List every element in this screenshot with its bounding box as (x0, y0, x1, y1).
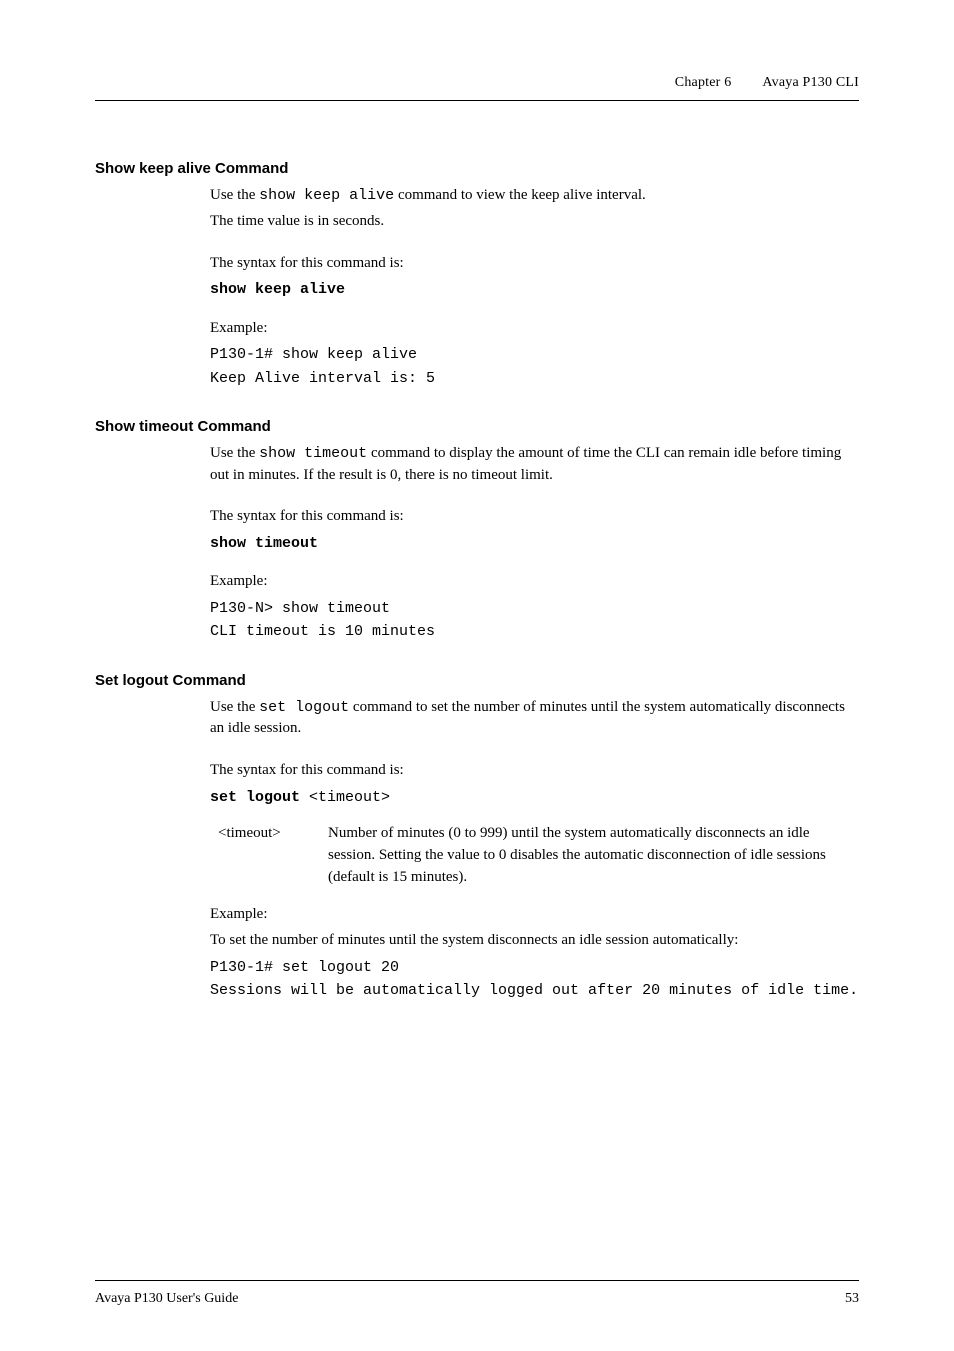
keepalive-intro-2: The time value is in seconds. (210, 211, 859, 233)
footer-guide: Avaya P130 User's Guide (95, 1291, 238, 1307)
timeout-example-line1: P130-N> show timeout (210, 597, 859, 620)
text: Use the (210, 699, 259, 715)
timeout-example-label: Example: (210, 571, 859, 593)
setlogout-syntax-label: The syntax for this command is: (210, 760, 859, 782)
keepalive-example-label: Example: (210, 318, 859, 340)
running-header: Chapter 6 Avaya P130 CLI (675, 75, 859, 91)
text: Use the (210, 187, 259, 203)
section-body-timeout: Use the show timeout command to display … (210, 443, 859, 644)
footer-page-number: 53 (845, 1291, 859, 1307)
section-body-setlogout: Use the set logout command to set the nu… (210, 697, 859, 1003)
keepalive-syntax-label: The syntax for this command is: (210, 253, 859, 275)
setlogout-example-label: Example: (210, 904, 859, 926)
section-title-setlogout: Set logout Command (95, 672, 859, 689)
setlogout-syntax-code: set logout <timeout> (210, 786, 859, 809)
setlogout-param-term: <timeout> (218, 823, 328, 888)
inline-code: set logout (259, 699, 349, 716)
timeout-example-line2: CLI timeout is 10 minutes (210, 620, 859, 643)
keepalive-intro-1: Use the show keep alive command to view … (210, 185, 859, 207)
chapter-label: Chapter 6 (675, 75, 732, 90)
section-title-keepalive: Show keep alive Command (95, 160, 859, 177)
syntax-bold: set logout (210, 789, 300, 806)
page-content: Show keep alive Command Use the show kee… (95, 160, 859, 1002)
timeout-intro: Use the show timeout command to display … (210, 443, 859, 487)
timeout-syntax-label: The syntax for this command is: (210, 506, 859, 528)
setlogout-example-line1: P130-1# set logout 20 (210, 956, 859, 979)
setlogout-param-row: <timeout> Number of minutes (0 to 999) u… (210, 823, 859, 888)
section-title-timeout: Show timeout Command (95, 418, 859, 435)
inline-code: show keep alive (259, 187, 394, 204)
syntax-arg: <timeout> (300, 789, 390, 806)
footer-divider (95, 1280, 859, 1281)
header-divider (95, 100, 859, 101)
chapter-title: Avaya P130 CLI (762, 75, 859, 90)
keepalive-example-line1: P130-1# show keep alive (210, 343, 859, 366)
text: command to view the keep alive interval. (394, 187, 646, 203)
setlogout-param-desc: Number of minutes (0 to 999) until the s… (328, 823, 859, 888)
section-body-keepalive: Use the show keep alive command to view … (210, 185, 859, 390)
keepalive-example-line2: Keep Alive interval is: 5 (210, 367, 859, 390)
text: Use the (210, 445, 259, 461)
setlogout-intro: Use the set logout command to set the nu… (210, 697, 859, 741)
timeout-syntax-code: show timeout (210, 532, 859, 555)
inline-code: show timeout (259, 445, 367, 462)
setlogout-example-line2: Sessions will be automatically logged ou… (210, 979, 859, 1002)
keepalive-syntax-code: show keep alive (210, 278, 859, 301)
setlogout-example-intro: To set the number of minutes until the s… (210, 930, 859, 952)
